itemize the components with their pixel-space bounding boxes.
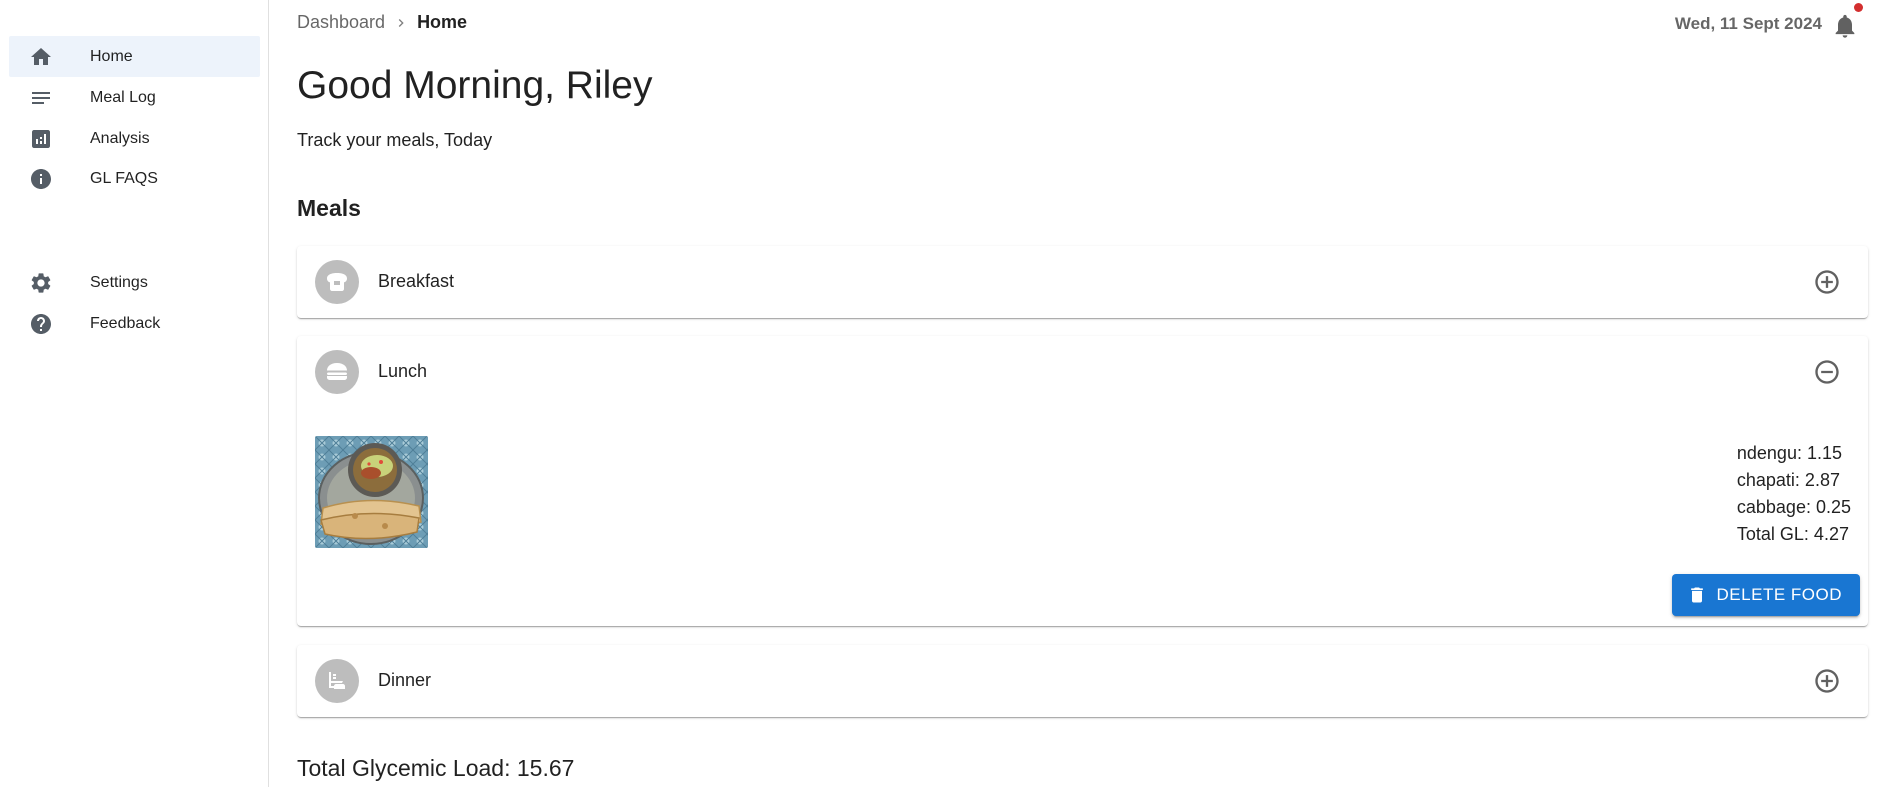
sidebar-item-label: Meal Log — [90, 88, 156, 106]
delete-food-button[interactable]: DELETE FOOD — [1671, 574, 1860, 616]
collapse-minus-icon[interactable] — [1813, 358, 1841, 386]
meal-header-dinner[interactable]: Dinner — [297, 645, 1868, 717]
sidebar: Home Meal Log Analysis GL FAQS Settings … — [0, 0, 269, 787]
meal-card-dinner: Dinner — [297, 645, 1868, 717]
breadcrumb-dashboard-link[interactable]: Dashboard — [297, 12, 385, 33]
sidebar-item-label: Settings — [90, 273, 148, 291]
page-title: Good Morning, Riley — [297, 64, 653, 107]
expand-plus-icon[interactable] — [1813, 667, 1841, 695]
sidebar-item-analysis[interactable]: Analysis — [9, 118, 260, 159]
meal-header-breakfast[interactable]: Breakfast — [297, 246, 1868, 318]
expand-plus-icon[interactable] — [1813, 268, 1841, 296]
meal-avatar — [315, 350, 359, 394]
glycemic-load-list: ndengu: 1.15 chapati: 2.87 cabbage: 0.25… — [1737, 440, 1851, 548]
meal-avatar — [315, 659, 359, 703]
list-item: Total GL: 4.27 — [1736, 524, 1849, 544]
current-date: Wed, 11 Sept 2024 — [1674, 14, 1822, 33]
sidebar-item-meal-log[interactable]: Meal Log — [9, 77, 260, 118]
meal-name: Dinner — [378, 670, 432, 690]
notification-badge — [1854, 3, 1863, 12]
page-subtitle: Track your meals, Today — [297, 130, 493, 150]
chevron-right-icon — [398, 18, 404, 27]
analytics-icon — [32, 130, 50, 148]
meal-avatar — [315, 260, 359, 304]
dinner-icon — [329, 672, 345, 689]
total-glycemic-load: Total Glycemic Load: 15.67 — [297, 755, 575, 781]
trash-icon — [1690, 587, 1703, 603]
meals-heading: Meals — [297, 195, 361, 221]
sidebar-item-feedback[interactable]: Feedback — [9, 303, 260, 344]
delete-food-label: DELETE FOOD — [1716, 585, 1842, 604]
sidebar-item-home[interactable]: Home — [9, 36, 260, 77]
meal-header-lunch[interactable]: Lunch — [297, 336, 1868, 408]
lunch-icon — [327, 363, 347, 380]
breakfast-icon — [327, 273, 347, 291]
breadcrumb: Dashboard Home — [297, 12, 467, 33]
sidebar-item-label: GL FAQS — [90, 169, 158, 187]
meal-name: Breakfast — [378, 271, 455, 291]
sidebar-item-label: Feedback — [90, 314, 161, 332]
info-icon — [31, 169, 51, 189]
bell-icon[interactable] — [1831, 12, 1859, 40]
meal-card-lunch: Lunch ndengu: 1.15 chapati: 2.87 cabbage… — [297, 336, 1868, 626]
breadcrumb-current: Home — [417, 12, 468, 32]
gear-icon — [31, 273, 51, 293]
notes-icon — [32, 92, 50, 104]
list-item: ndengu: 1.15 — [1736, 443, 1842, 463]
meal-card-breakfast: Breakfast — [297, 246, 1868, 318]
food-photo — [315, 436, 428, 548]
sidebar-item-label: Home — [90, 47, 133, 65]
sidebar-item-gl-faqs[interactable]: GL FAQS — [9, 158, 260, 199]
sidebar-item-settings[interactable]: Settings — [9, 262, 260, 303]
sidebar-item-label: Analysis — [90, 129, 150, 147]
help-icon — [31, 314, 51, 334]
home-icon — [31, 48, 51, 65]
list-item: cabbage: 0.25 — [1736, 497, 1851, 517]
meal-name: Lunch — [378, 361, 428, 381]
list-item: chapati: 2.87 — [1736, 470, 1840, 490]
